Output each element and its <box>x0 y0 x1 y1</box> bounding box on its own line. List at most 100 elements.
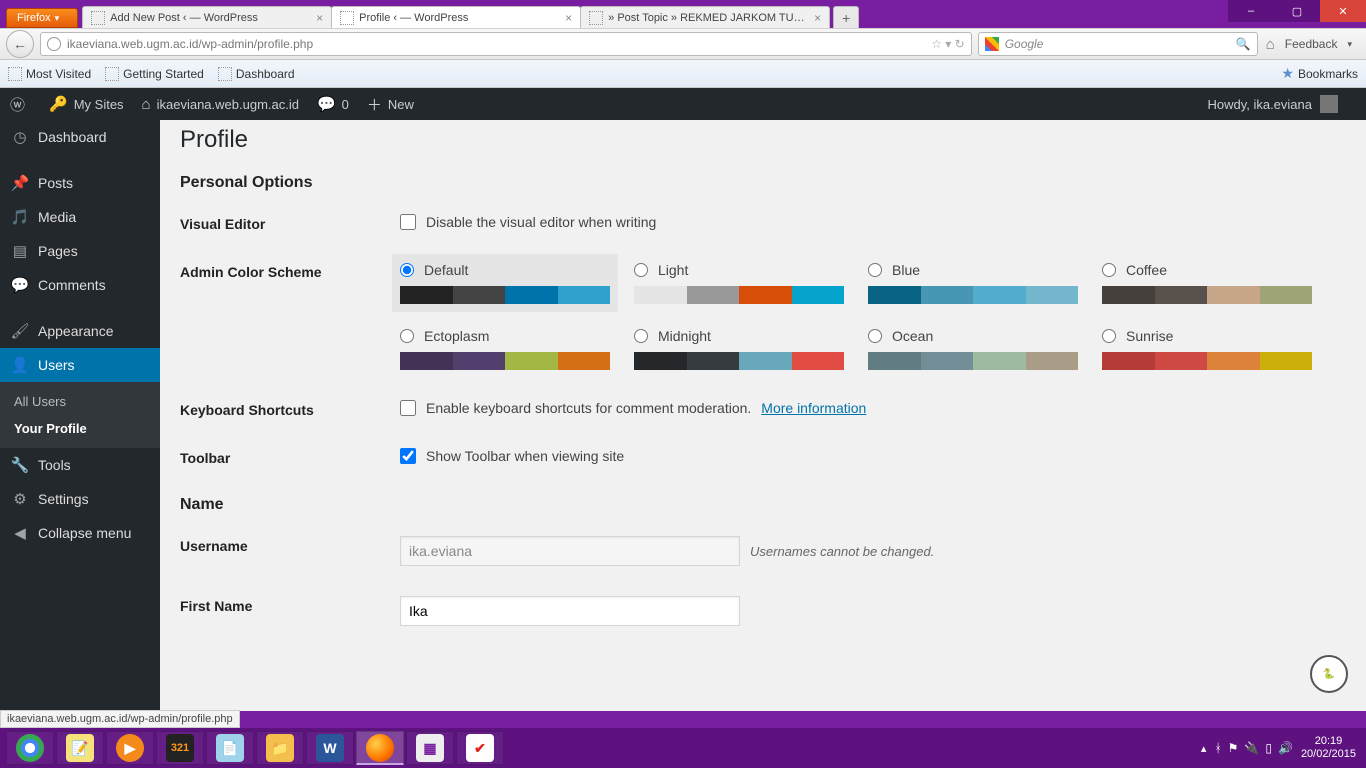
maximize-button[interactable]: ▢ <box>1274 0 1320 22</box>
site-menu[interactable]: ⌂ikaeviana.web.ugm.ac.id <box>142 96 299 113</box>
color-option-ectoplasm[interactable]: Ectoplasm <box>400 328 610 370</box>
color-option-light[interactable]: Light <box>634 262 844 304</box>
color-radio[interactable] <box>400 329 414 343</box>
color-option-midnight[interactable]: Midnight <box>634 328 844 370</box>
home-icon: ⌂ <box>142 96 151 113</box>
color-name: Ectoplasm <box>424 328 489 344</box>
color-option-blue[interactable]: Blue <box>868 262 1078 304</box>
sidebar-item-posts[interactable]: 📌Posts <box>0 166 160 200</box>
taskbar-app-word[interactable]: W <box>306 731 354 765</box>
avatar <box>1320 95 1338 113</box>
search-box[interactable]: Google 🔍 <box>978 32 1258 56</box>
color-option-coffee[interactable]: Coffee <box>1102 262 1312 304</box>
close-icon[interactable]: × <box>814 11 821 25</box>
taskbar-app-firefox[interactable] <box>356 731 404 765</box>
taskbar-app-explorer[interactable]: 📁 <box>256 731 304 765</box>
username-hint: Usernames cannot be changed. <box>750 544 934 559</box>
sidebar-item-label: Comments <box>38 277 106 293</box>
sliders-icon: ⚙ <box>10 490 30 508</box>
firstname-input[interactable] <box>400 596 740 626</box>
user-icon: 👤 <box>10 356 30 374</box>
minimize-button[interactable]: – <box>1228 0 1274 22</box>
feedback-dropdown-icon[interactable]: ▾ <box>1347 39 1352 50</box>
browser-tab[interactable]: Profile ‹ — WordPress × <box>331 6 581 28</box>
browser-tabs: Add New Post ‹ — WordPress × Profile ‹ —… <box>82 6 859 28</box>
sidebar-item-label: Dashboard <box>38 129 107 145</box>
power-icon[interactable]: 🔌 <box>1244 741 1259 755</box>
flag-icon[interactable]: ⚑ <box>1228 741 1239 755</box>
sidebar-item-tools[interactable]: 🔧Tools <box>0 448 160 482</box>
color-radio[interactable] <box>1102 263 1116 277</box>
bookmarks-menu[interactable]: Bookmarks <box>1298 67 1358 81</box>
search-icon[interactable]: 🔍 <box>1236 37 1251 51</box>
close-icon[interactable]: × <box>565 11 572 25</box>
color-radio[interactable] <box>868 263 882 277</box>
sidebar-item-pages[interactable]: ▤Pages <box>0 234 160 268</box>
color-radio[interactable] <box>400 263 414 277</box>
close-button[interactable]: ✕ <box>1320 0 1366 22</box>
color-name: Coffee <box>1126 262 1167 278</box>
visual-editor-checkbox[interactable] <box>400 214 416 230</box>
color-name: Ocean <box>892 328 933 344</box>
sidebar-item-dashboard[interactable]: ◷Dashboard <box>0 120 160 154</box>
sidebar-item-media[interactable]: 🎵Media <box>0 200 160 234</box>
sidebar-item-appearance[interactable]: 🖌Appearance <box>0 314 160 348</box>
back-button[interactable]: ← <box>6 30 34 58</box>
color-radio[interactable] <box>868 329 882 343</box>
taskbar-app-onenote[interactable]: ▦ <box>406 731 454 765</box>
account-menu[interactable]: Howdy, ika.eviana <box>1207 95 1338 113</box>
new-menu[interactable]: ＋New <box>367 94 414 115</box>
my-sites-menu[interactable]: 🔑My Sites <box>49 95 124 113</box>
bluetooth-icon[interactable]: ᚼ <box>1214 741 1221 755</box>
visual-editor-checkbox-label[interactable]: Disable the visual editor when writing <box>400 214 1346 230</box>
volume-icon[interactable]: 🔊 <box>1278 741 1293 755</box>
color-scheme-grid: Default Light Blue Coffee <box>400 262 1346 370</box>
color-name: Blue <box>892 262 920 278</box>
new-tab-button[interactable]: + <box>833 6 859 28</box>
bookmark-item[interactable]: Getting Started <box>105 67 204 81</box>
taskbar-app-notes[interactable]: 📝 <box>56 731 104 765</box>
taskbar-app-notepad[interactable]: 📄 <box>206 731 254 765</box>
keyboard-shortcuts-checkbox[interactable] <box>400 400 416 416</box>
wp-logo[interactable]: ⓦ <box>10 94 31 115</box>
keyboard-shortcuts-label: Keyboard Shortcuts <box>180 400 400 418</box>
color-option-sunrise[interactable]: Sunrise <box>1102 328 1312 370</box>
sidebar-item-settings[interactable]: ⚙Settings <box>0 482 160 516</box>
sidebar-subitem-all-users[interactable]: All Users <box>0 388 160 415</box>
browser-toolbar: ← ikaeviana.web.ugm.ac.id/wp-admin/profi… <box>0 28 1366 60</box>
tab-title: » Post Topic » REKMED JARKOM TUG... <box>608 12 810 24</box>
close-icon[interactable]: × <box>316 11 323 25</box>
feedback-button[interactable]: Feedback <box>1285 37 1338 51</box>
sidebar-item-comments[interactable]: 💬Comments <box>0 268 160 302</box>
taskbar-app-mpc[interactable]: 321 <box>156 731 204 765</box>
more-information-link[interactable]: More information <box>761 400 866 416</box>
bookmark-item[interactable]: Most Visited <box>8 67 91 81</box>
toolbar-checkbox-label[interactable]: Show Toolbar when viewing site <box>400 448 1346 464</box>
page-icon <box>589 11 603 25</box>
color-option-ocean[interactable]: Ocean <box>868 328 1078 370</box>
sidebar-item-users[interactable]: 👤Users <box>0 348 160 382</box>
sidebar-subitem-your-profile[interactable]: Your Profile <box>0 415 160 442</box>
color-radio[interactable] <box>634 329 648 343</box>
color-radio[interactable] <box>1102 329 1116 343</box>
firefox-menu-button[interactable]: Firefox <box>6 8 78 28</box>
browser-tab[interactable]: » Post Topic » REKMED JARKOM TUG... × <box>580 6 830 28</box>
network-icon[interactable]: ▯ <box>1265 741 1272 755</box>
sidebar-collapse[interactable]: ◀Collapse menu <box>0 516 160 550</box>
color-option-default[interactable]: Default <box>392 254 618 312</box>
toolbar-checkbox[interactable] <box>400 448 416 464</box>
keyboard-shortcuts-checkbox-label[interactable]: Enable keyboard shortcuts for comment mo… <box>400 400 1346 416</box>
home-icon[interactable]: ⌂ <box>1266 36 1275 53</box>
tray-overflow-icon[interactable]: ▴ <box>1201 742 1207 755</box>
taskbar-app-media-player[interactable]: ▶ <box>106 731 154 765</box>
url-bar[interactable]: ikaeviana.web.ugm.ac.id/wp-admin/profile… <box>40 32 972 56</box>
comments-menu[interactable]: 💬0 <box>317 95 349 113</box>
browser-tab[interactable]: Add New Post ‹ — WordPress × <box>82 6 332 28</box>
status-bar: ikaeviana.web.ugm.ac.id/wp-admin/profile… <box>0 710 240 728</box>
taskbar-app-network[interactable]: ✔ <box>456 731 504 765</box>
color-radio[interactable] <box>634 263 648 277</box>
bookmark-label: Dashboard <box>236 67 295 81</box>
taskbar-app-chrome[interactable] <box>6 731 54 765</box>
tray-clock[interactable]: 20:19 20/02/2015 <box>1301 735 1356 761</box>
bookmark-item[interactable]: Dashboard <box>218 67 295 81</box>
